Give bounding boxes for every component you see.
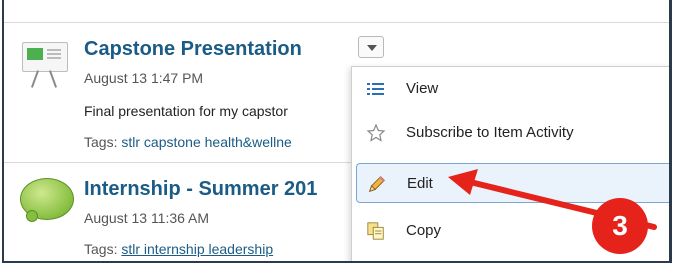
- item-tags: Tags: stlr internship leadership: [84, 241, 273, 257]
- item-description: Final presentation for my capstor: [84, 103, 288, 119]
- top-divider: [4, 22, 669, 23]
- chevron-down-icon: [367, 45, 377, 51]
- pencil-icon: [369, 176, 385, 192]
- content-frame: Capstone Presentation August 13 1:47 PM …: [2, 0, 672, 263]
- speech-bubble-tail: [26, 210, 38, 222]
- menu-item-view[interactable]: View: [352, 69, 669, 109]
- item-date: August 13 1:47 PM: [84, 70, 204, 86]
- item-title-link[interactable]: Internship - Summer 201: [84, 178, 317, 201]
- star-icon: [366, 123, 386, 142]
- item-title-link[interactable]: Capstone Presentation: [84, 38, 302, 61]
- menu-item-label: Subscribe to Item Activity: [406, 124, 574, 141]
- tags-label: Tags:: [84, 134, 118, 150]
- tags-label: Tags:: [84, 241, 118, 257]
- tag-links[interactable]: stlr capstone health&wellne: [121, 134, 291, 150]
- tag-links[interactable]: stlr internship leadership: [121, 241, 273, 257]
- menu-item-label: Copy: [406, 222, 442, 239]
- item-actions-dropdown-button[interactable]: [358, 36, 384, 58]
- step-number-badge: 3: [592, 198, 648, 254]
- menu-item-subscribe[interactable]: Subscribe to Item Activity: [352, 113, 669, 153]
- menu-item-label: View: [406, 80, 439, 97]
- copy-icon: [367, 222, 384, 240]
- item-date: August 13 11:36 AM: [84, 210, 210, 226]
- easel-leg-left: [30, 70, 40, 88]
- easel-leg-right: [48, 70, 58, 88]
- menu-item-label: Edit: [407, 175, 433, 192]
- item-tags: Tags: stlr capstone health&wellne: [84, 134, 292, 150]
- presentation-icon: [22, 42, 68, 72]
- list-icon: [367, 83, 384, 95]
